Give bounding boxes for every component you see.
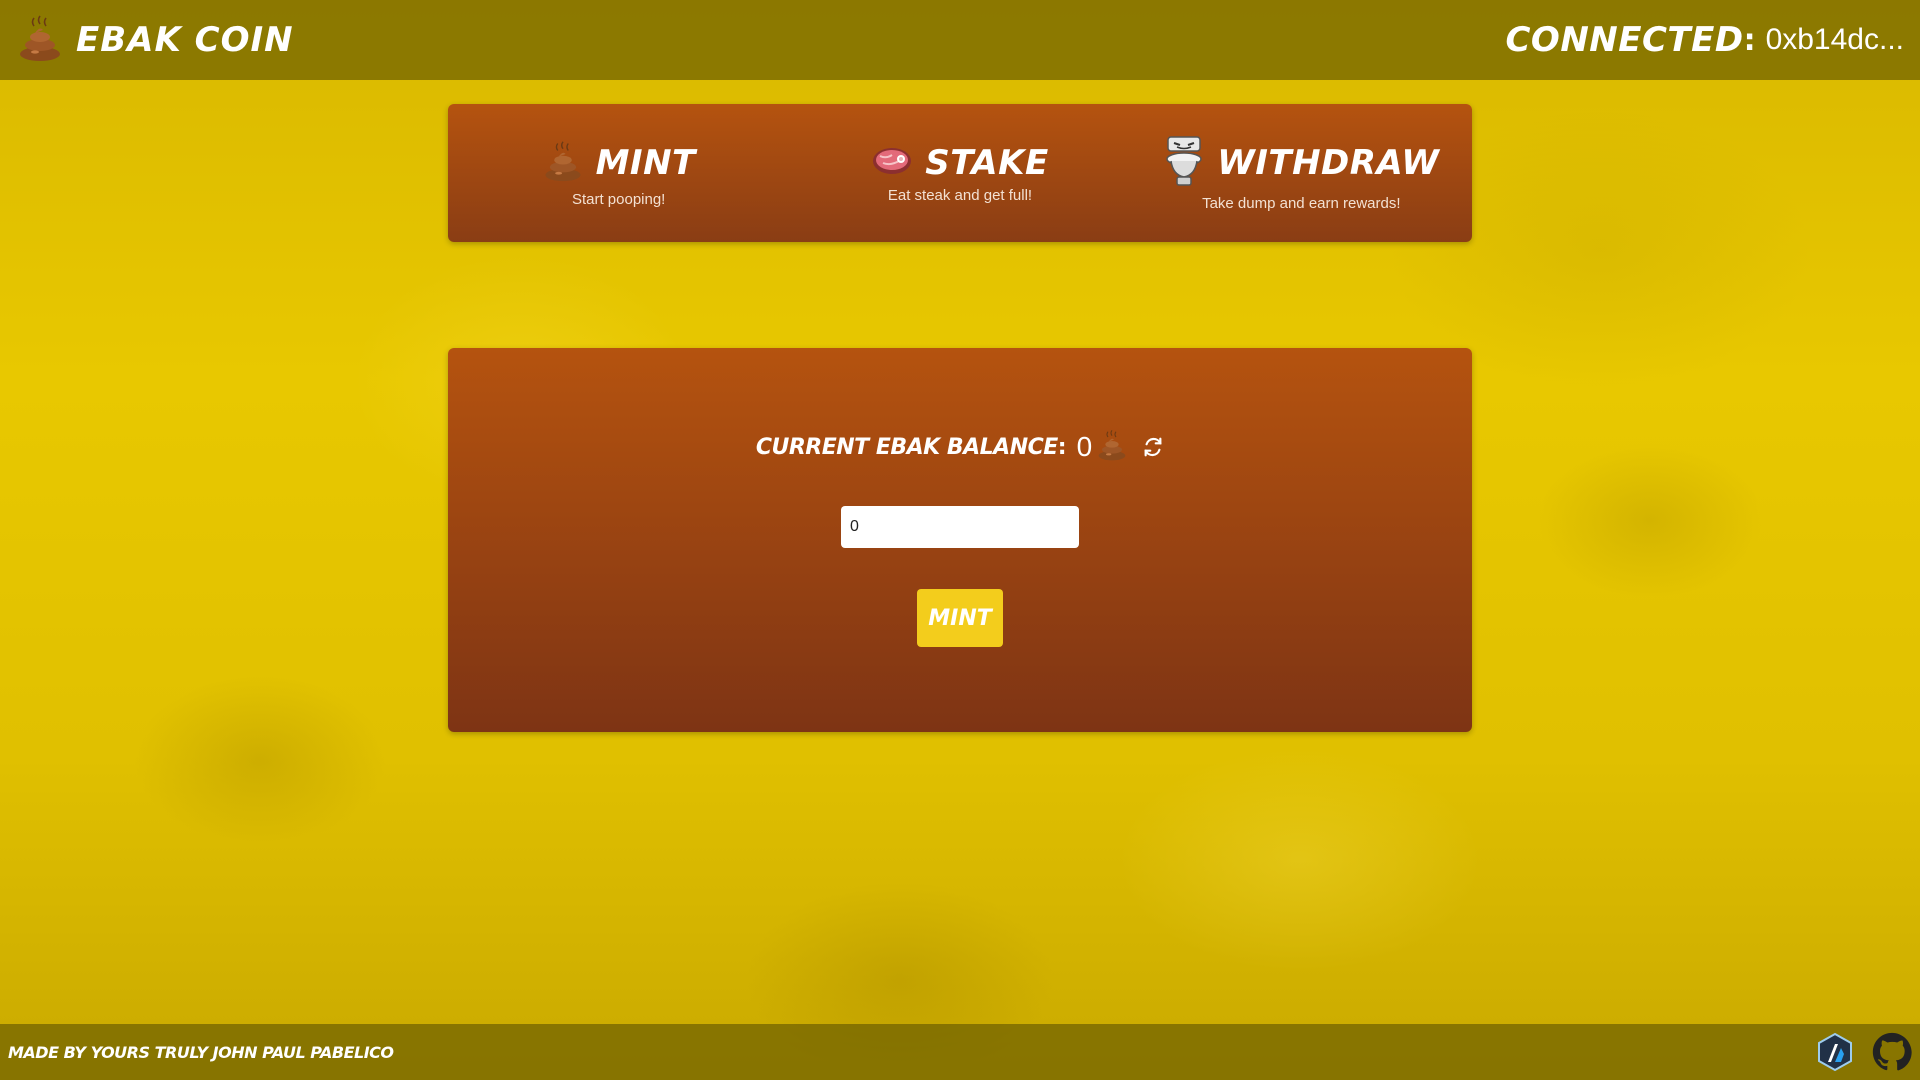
tab-withdraw[interactable]: WITHDRAW Take dump and earn rewards! — [1151, 135, 1451, 212]
tab-mint-label: MINT — [595, 142, 696, 183]
footer-icons — [1816, 1032, 1912, 1072]
app-title: EBAK COIN — [76, 20, 294, 60]
balance-colon: : — [1057, 434, 1067, 460]
poop-icon — [542, 139, 584, 187]
tab-mint-subtitle: Start pooping! — [571, 190, 666, 208]
top-bar: EBAK COIN CONNECTED : 0xb14dc... — [0, 0, 1920, 80]
toilet-icon — [1163, 135, 1205, 191]
arbitrum-icon[interactable] — [1816, 1032, 1854, 1072]
mint-button[interactable]: MINT — [917, 589, 1003, 647]
poop-icon — [1096, 428, 1128, 466]
poop-icon — [16, 13, 64, 67]
connected-colon: : — [1743, 22, 1756, 58]
tab-mint[interactable]: MINT Start pooping! — [469, 139, 769, 208]
balance-label: CURRENT EBAK BALANCE — [755, 434, 1058, 460]
connected-label: CONNECTED — [1505, 20, 1744, 60]
brand[interactable]: EBAK COIN — [16, 13, 294, 67]
wallet-address: 0xb14dc... — [1765, 23, 1904, 56]
github-icon[interactable] — [1872, 1032, 1912, 1072]
amount-input[interactable] — [841, 506, 1079, 548]
tab-withdraw-subtitle: Take dump and earn rewards! — [1202, 194, 1401, 212]
tab-withdraw-label: WITHDRAW — [1217, 142, 1440, 183]
nav-card: MINT Start pooping! STAKE Eat steak and … — [448, 104, 1472, 242]
mint-panel: CURRENT EBAK BALANCE : 0 MINT — [448, 348, 1472, 732]
balance-row: CURRENT EBAK BALANCE : 0 — [448, 428, 1472, 466]
footer-credit: MADE BY YOURS TRULY JOHN PAUL PABELICO — [8, 1042, 394, 1062]
balance-value: 0 — [1076, 431, 1093, 462]
steak-icon — [871, 144, 913, 182]
tab-stake-label: STAKE — [925, 142, 1049, 183]
tab-stake[interactable]: STAKE Eat steak and get full! — [810, 143, 1110, 204]
wallet-status[interactable]: CONNECTED : 0xb14dc... — [1505, 20, 1904, 60]
refresh-icon[interactable] — [1142, 436, 1164, 458]
footer: MADE BY YOURS TRULY JOHN PAUL PABELICO — [0, 1024, 1920, 1080]
tab-stake-subtitle: Eat steak and get full! — [887, 186, 1033, 204]
